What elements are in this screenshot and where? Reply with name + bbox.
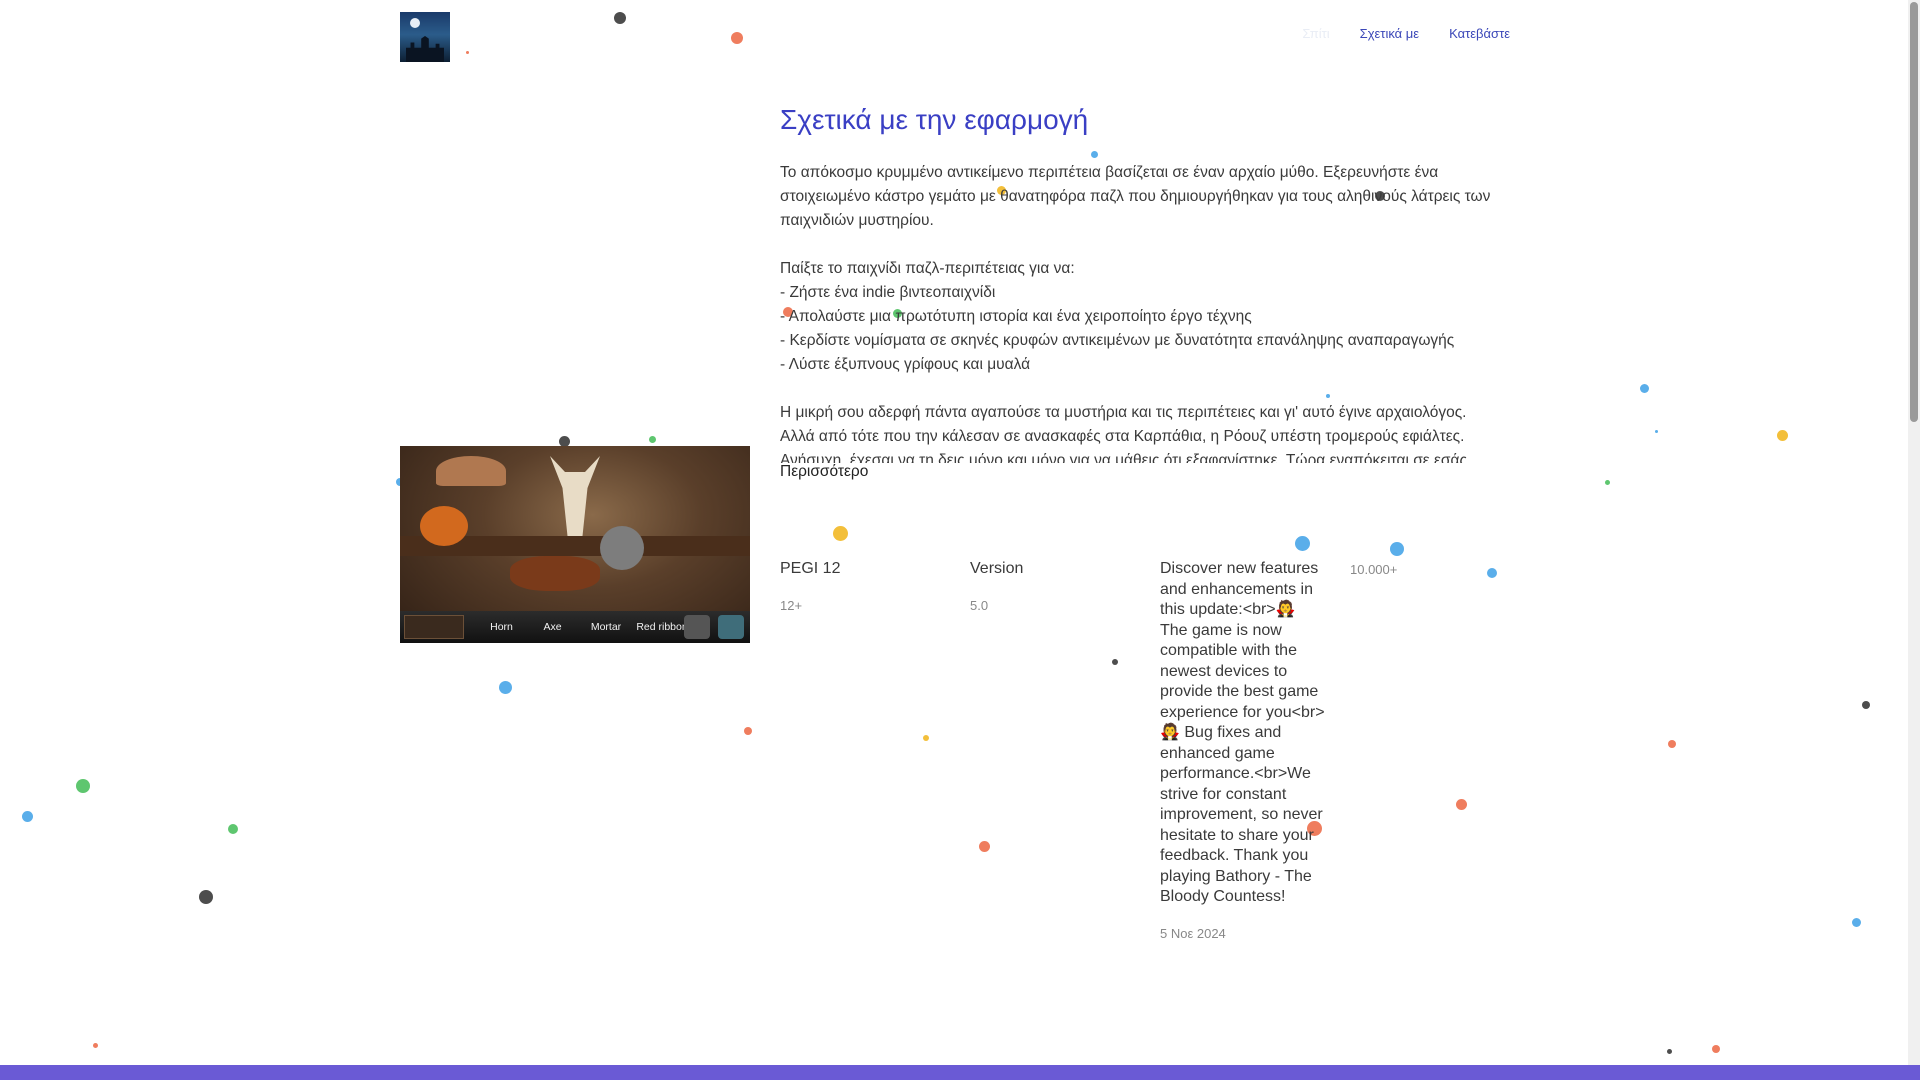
- whats-new-info: Discover new features and enhancements i…: [1160, 559, 1325, 941]
- read-more-link[interactable]: Περισσότερο: [780, 463, 868, 481]
- nav-download-link[interactable]: Κατεβάστε: [1449, 26, 1510, 41]
- confetti-dot: [558, 435, 570, 447]
- confetti-dot: [1090, 150, 1098, 158]
- page-title: Σχετικά με την εφαρμογή: [780, 104, 1089, 135]
- game-screenshot[interactable]: Horn Axe Mortar Red ribbon: [400, 446, 750, 643]
- confetti-dot: [498, 680, 512, 694]
- toolbar-item: Red ribbon: [636, 620, 688, 633]
- confetti-dot: [832, 525, 848, 541]
- skull-art: [550, 456, 600, 536]
- confetti-dot: [21, 810, 33, 822]
- apples-art: [510, 556, 600, 591]
- description-text: Το απόκοσμο κρυμμένο αντικείμενο περιπέτ…: [780, 164, 1491, 463]
- version-info: Version 5.0: [970, 559, 1125, 613]
- confetti-dot: [1862, 701, 1870, 709]
- confetti-dot: [1668, 740, 1676, 748]
- site-header: Σπίτι Σχετικά με Κατεβάστε: [400, 12, 1510, 64]
- confetti-dot: [1851, 917, 1861, 927]
- inventory-box: [404, 615, 464, 639]
- confetti-dot: [1776, 429, 1788, 441]
- back-icon: [684, 615, 710, 639]
- confetti-dot: [1455, 798, 1467, 810]
- nav-home-link[interactable]: Σπίτι: [1302, 26, 1329, 41]
- confetti-dot: [1712, 1045, 1720, 1053]
- whats-new-text: Discover new features and enhancements i…: [1160, 560, 1325, 905]
- confetti-dot: [92, 1042, 98, 1048]
- app-description: Το απόκοσμο κρυμμένο αντικείμενο περιπέτ…: [780, 161, 1510, 463]
- pumpkin-art: [420, 506, 468, 546]
- app-logo[interactable]: [400, 12, 450, 62]
- confetti-dot: [1666, 1048, 1672, 1054]
- update-date: 5 Νοε 2024: [1160, 925, 1226, 941]
- nav-about-link[interactable]: Σχετικά με: [1360, 26, 1419, 41]
- toolbar-item: Axe: [543, 620, 562, 633]
- castle-icon: [406, 36, 444, 62]
- confetti-dot: [1294, 535, 1310, 551]
- confetti-dot: [1112, 659, 1118, 665]
- confetti-dot: [1390, 542, 1404, 556]
- version-title: Version: [970, 560, 1024, 577]
- rating-value: 12+: [780, 597, 803, 613]
- confetti-dot: [648, 435, 656, 443]
- confetti-dot: [228, 824, 238, 834]
- page-scrollbar[interactable]: [1908, 0, 1920, 1065]
- confetti-dot: [1604, 479, 1610, 485]
- confetti-dot: [76, 779, 90, 793]
- mushroom-art: [436, 456, 506, 486]
- raccoon-art: [600, 526, 644, 570]
- confetti-dot: [923, 735, 929, 741]
- rating-title: PEGI 12: [780, 560, 841, 577]
- confetti-dot: [1654, 429, 1658, 433]
- top-nav: Σπίτι Σχετικά με Κατεβάστε: [1302, 26, 1510, 41]
- toolbar-item: Mortar: [590, 620, 622, 633]
- moon-icon: [410, 18, 420, 28]
- downloads-info: 10.000+: [1350, 562, 1505, 577]
- version-value: 5.0: [970, 597, 989, 613]
- confetti-dot: [978, 840, 990, 852]
- downloads-value: 10.000+: [1350, 562, 1398, 577]
- toolbar-item: Horn: [490, 620, 513, 633]
- confetti-dot: [744, 727, 752, 735]
- footer-bar: [0, 1065, 1920, 1080]
- hint-icon: [718, 615, 744, 639]
- scrollbar-thumb[interactable]: [1910, 2, 1918, 422]
- confetti-dot: [1639, 383, 1649, 393]
- rating-info: PEGI 12 12+: [780, 559, 935, 613]
- item-toolbar: Horn Axe Mortar Red ribbon: [400, 611, 750, 643]
- confetti-dot: [199, 890, 213, 904]
